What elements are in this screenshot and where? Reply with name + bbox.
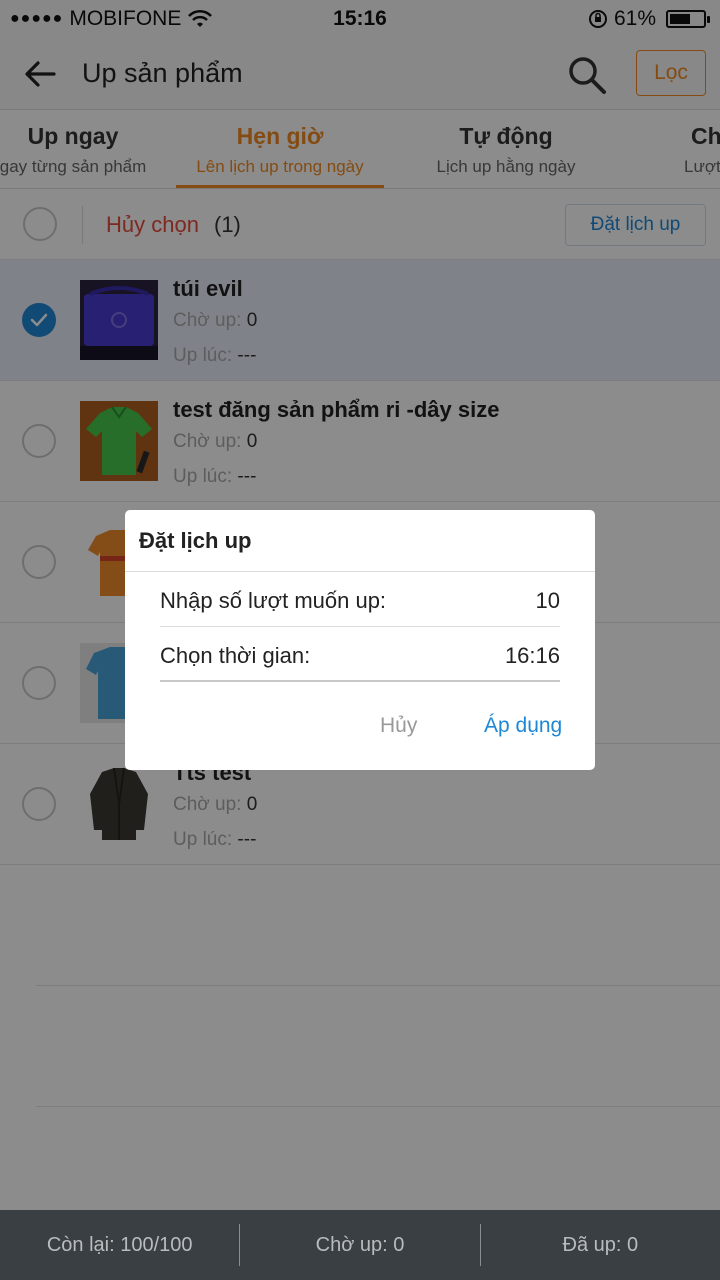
time-value[interactable]: 16:16: [505, 643, 560, 669]
quantity-field[interactable]: Nhập số lượt muốn up: 10: [160, 572, 560, 627]
remaining-count: Còn lại: 100/100: [46, 1233, 193, 1256]
done-count: Đã up: 0: [562, 1233, 639, 1256]
time-field[interactable]: Chọn thời gian: 16:16: [160, 627, 560, 682]
quantity-label: Nhập số lượt muốn up:: [160, 588, 387, 613]
schedule-dialog: Đặt lịch up Nhập số lượt muốn up: 10 Chọ…: [125, 510, 595, 770]
time-label: Chọn thời gian:: [160, 643, 311, 668]
dialog-cancel-button[interactable]: Hủy: [380, 714, 417, 738]
quantity-value[interactable]: 10: [536, 588, 560, 614]
dialog-title: Đặt lịch up: [139, 528, 252, 553]
waiting-count: Chờ up: 0: [315, 1233, 405, 1256]
bottom-summary-bar: Còn lại: 100/100 Chờ up: 0 Đã up: 0: [0, 1210, 720, 1280]
dialog-apply-button[interactable]: Áp dụng: [484, 714, 562, 738]
